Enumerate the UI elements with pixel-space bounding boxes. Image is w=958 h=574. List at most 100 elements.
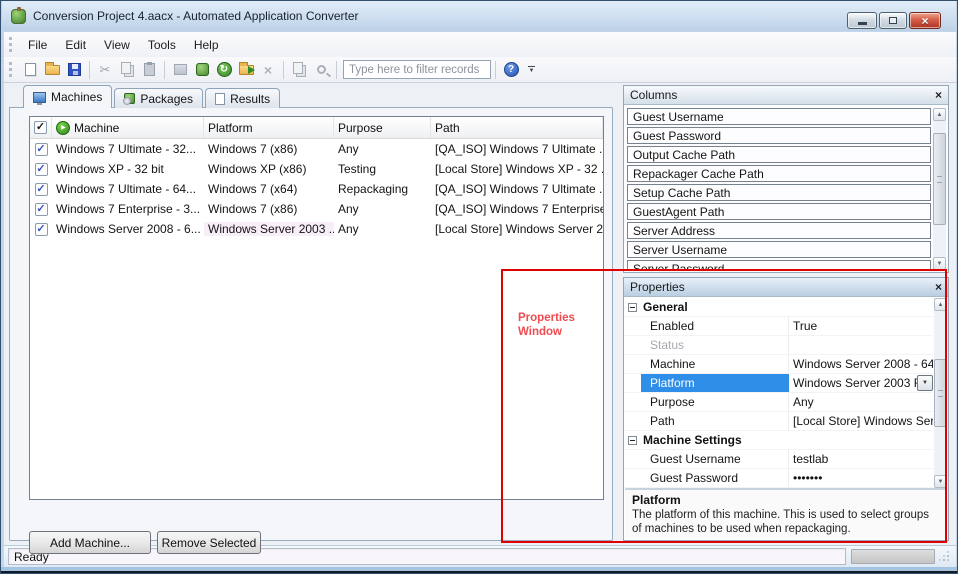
category-row-general[interactable]: General	[625, 298, 933, 317]
copy-icon[interactable]	[116, 60, 138, 80]
list-item[interactable]: Output Cache Path	[627, 146, 931, 163]
row-checkbox[interactable]: ✓	[35, 163, 48, 176]
cell-purpose[interactable]: Any	[334, 222, 431, 236]
table-row[interactable]: ✓ Windows 7 Enterprise - 3... Windows 7 …	[30, 199, 603, 219]
menu-file[interactable]: File	[19, 34, 56, 56]
cell-path[interactable]: [QA_ISO] Windows 7 Enterprise...	[431, 202, 603, 216]
property-name[interactable]: Path	[641, 412, 789, 430]
row-checkbox[interactable]: ✓	[35, 203, 48, 216]
restore-button[interactable]	[879, 12, 907, 29]
cell-purpose[interactable]: Repackaging	[334, 182, 431, 196]
title-bar[interactable]: Conversion Project 4.aacx - Automated Ap…	[2, 1, 956, 31]
property-value[interactable]: testlab	[789, 450, 933, 468]
property-row-guest-username[interactable]: Guest Username testlab	[625, 450, 933, 469]
scroll-thumb[interactable]	[934, 359, 947, 427]
column-header-path[interactable]: Path	[431, 117, 603, 138]
list-item[interactable]: Server Username	[627, 241, 931, 258]
table-row[interactable]: ✓ Windows 7 Ultimate - 64... Windows 7 (…	[30, 179, 603, 199]
list-item[interactable]: Repackager Cache Path	[627, 165, 931, 182]
cell-machine[interactable]: Windows XP - 32 bit	[52, 162, 204, 176]
column-header-purpose[interactable]: Purpose	[334, 117, 431, 138]
cell-path[interactable]: [Local Store] Windows Server 2...	[431, 222, 603, 236]
menu-view[interactable]: View	[95, 34, 139, 56]
property-name[interactable]: Purpose	[641, 393, 789, 411]
export-icon[interactable]	[235, 60, 257, 80]
category-row-machine-settings[interactable]: Machine Settings	[625, 431, 933, 450]
row-checkbox[interactable]: ✓	[35, 183, 48, 196]
collapse-icon[interactable]	[628, 436, 637, 445]
cell-platform-selected[interactable]: Windows Server 2003 ...	[204, 222, 334, 236]
stop-icon[interactable]: ×	[257, 60, 279, 80]
property-value[interactable]: •••••••	[789, 469, 933, 487]
property-name[interactable]: Machine	[641, 355, 789, 373]
properties-scrollbar[interactable]: ▲ ▼	[934, 298, 947, 488]
columns-scrollbar[interactable]: ▲ ▼	[933, 108, 946, 270]
property-value-combo[interactable]: Windows Server 2003 R ▼	[789, 374, 933, 392]
tab-results[interactable]: Results	[205, 88, 280, 108]
list-item[interactable]: Guest Username	[627, 108, 931, 125]
list-item[interactable]: Guest Password	[627, 127, 931, 144]
scroll-down-icon[interactable]: ▼	[934, 475, 947, 488]
property-value[interactable]: Any	[789, 393, 933, 411]
list-item[interactable]: Server Password	[627, 260, 931, 270]
property-row-enabled[interactable]: Enabled True	[625, 317, 933, 336]
property-name-selected[interactable]: Platform	[641, 374, 789, 392]
cell-platform[interactable]: Windows 7 (x86)	[204, 202, 334, 216]
property-row-platform[interactable]: Platform Windows Server 2003 R ▼	[625, 374, 933, 393]
package-tool-icon[interactable]	[191, 60, 213, 80]
property-row-status[interactable]: Status	[625, 336, 933, 355]
cell-machine[interactable]: Windows 7 Ultimate - 32...	[52, 142, 204, 156]
new-project-icon[interactable]	[19, 60, 41, 80]
scroll-up-icon[interactable]: ▲	[933, 108, 946, 121]
paste-icon[interactable]	[138, 60, 160, 80]
cell-machine[interactable]: Windows 7 Enterprise - 3...	[52, 202, 204, 216]
close-button[interactable]: ×	[909, 12, 941, 29]
cell-purpose[interactable]: Any	[334, 142, 431, 156]
start-conversion-icon[interactable]: ↻	[213, 60, 235, 80]
scroll-down-icon[interactable]: ▼	[933, 257, 946, 270]
property-row-guest-password[interactable]: Guest Password •••••••	[625, 469, 933, 488]
property-value[interactable]: Windows Server 2008 - 64	[789, 355, 933, 373]
help-button[interactable]: ?	[500, 60, 522, 80]
property-name[interactable]: Enabled	[641, 317, 789, 335]
cell-path[interactable]: [QA_ISO] Windows 7 Ultimate ...	[431, 182, 603, 196]
machine-tool-icon[interactable]	[169, 60, 191, 80]
cell-purpose[interactable]: Testing	[334, 162, 431, 176]
cell-platform[interactable]: Windows 7 (x64)	[204, 182, 334, 196]
row-checkbox[interactable]: ✓	[35, 223, 48, 236]
preview-icon[interactable]	[310, 60, 332, 80]
tab-machines[interactable]: Machines	[23, 85, 112, 108]
collapse-icon[interactable]	[628, 303, 637, 312]
cell-platform[interactable]: Windows XP (x86)	[204, 162, 334, 176]
property-row-path[interactable]: Path [Local Store] Windows Ser	[625, 412, 933, 431]
cell-machine[interactable]: Windows 7 Ultimate - 64...	[52, 182, 204, 196]
cell-platform[interactable]: Windows 7 (x86)	[204, 142, 334, 156]
cut-icon[interactable]: ✂	[94, 60, 116, 80]
menu-tools[interactable]: Tools	[139, 34, 185, 56]
property-value[interactable]: True	[789, 317, 933, 335]
filter-input[interactable]	[343, 60, 491, 79]
list-item[interactable]: GuestAgent Path	[627, 203, 931, 220]
scroll-thumb[interactable]	[933, 133, 946, 225]
row-checkbox[interactable]: ✓	[35, 143, 48, 156]
select-all-checkbox[interactable]: ✓	[34, 121, 47, 134]
close-icon[interactable]: ×	[935, 89, 942, 101]
cell-purpose[interactable]: Any	[334, 202, 431, 216]
list-item[interactable]: Server Address	[627, 222, 931, 239]
scroll-track[interactable]	[933, 121, 946, 257]
cell-path[interactable]: [Local Store] Windows XP - 32 ...	[431, 162, 603, 176]
menu-help[interactable]: Help	[185, 34, 228, 56]
report-icon[interactable]	[288, 60, 310, 80]
property-row-machine[interactable]: Machine Windows Server 2008 - 64	[625, 355, 933, 374]
property-name[interactable]: Guest Password	[641, 469, 789, 487]
properties-panel-header[interactable]: Properties ×	[624, 278, 948, 297]
columns-panel-header[interactable]: Columns ×	[624, 86, 948, 105]
dropdown-button[interactable]: ▼	[917, 375, 933, 391]
cell-machine[interactable]: Windows Server 2008 - 6...	[52, 222, 204, 236]
scroll-up-icon[interactable]: ▲	[934, 298, 947, 311]
menu-edit[interactable]: Edit	[56, 34, 95, 56]
toolbar-overflow-button[interactable]: ▼	[528, 66, 535, 74]
column-header-platform[interactable]: Platform	[204, 117, 334, 138]
add-machine-button[interactable]: Add Machine...	[29, 531, 151, 554]
close-icon[interactable]: ×	[935, 281, 942, 293]
